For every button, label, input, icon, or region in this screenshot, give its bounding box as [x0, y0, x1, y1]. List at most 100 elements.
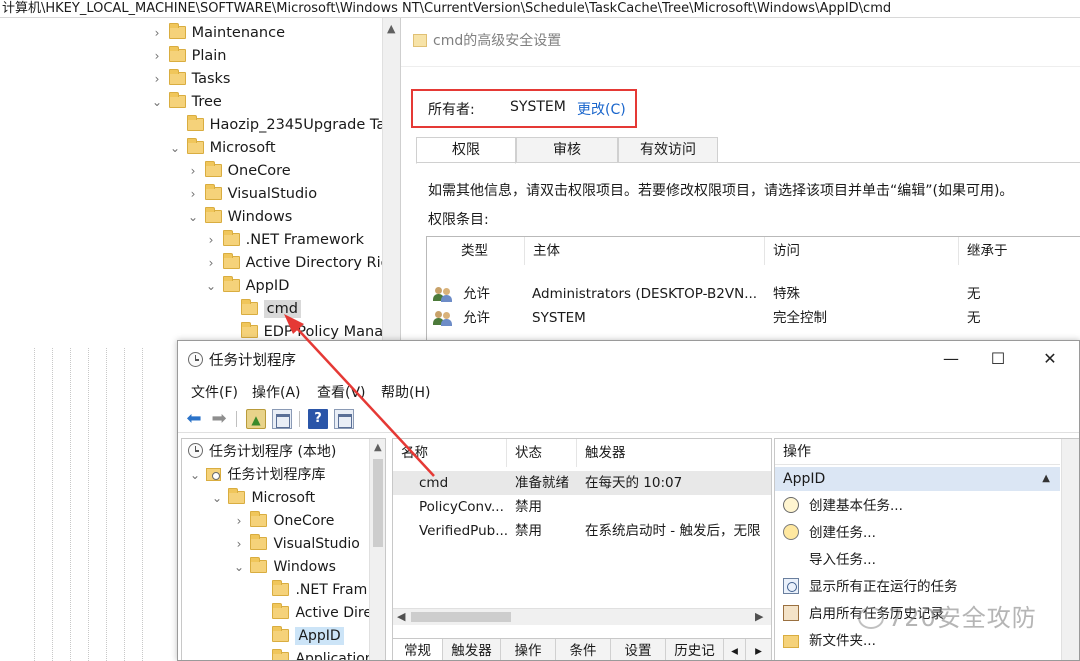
action-import-task[interactable]: 导入任务...: [783, 547, 876, 574]
tree-node-windows[interactable]: ⌄ Windows: [232, 556, 336, 579]
tree-scrollbar[interactable]: ▲: [369, 439, 385, 660]
table-row[interactable]: 允许 SYSTEM 完全控制 无: [427, 306, 1080, 330]
reg-node-maintenance[interactable]: › Maintenance: [150, 22, 285, 45]
up-folder-icon[interactable]: ▲: [246, 409, 266, 429]
expand-icon[interactable]: ›: [186, 160, 200, 183]
expand-icon[interactable]: ›: [204, 229, 218, 252]
menu-help[interactable]: 帮助(H): [381, 382, 430, 402]
maximize-button[interactable]: ☐: [975, 345, 1021, 373]
collapse-icon[interactable]: ⌄: [188, 464, 202, 487]
tab-history[interactable]: 历史记: [666, 639, 724, 660]
scroll-up-icon[interactable]: ▲: [387, 22, 395, 35]
scroll-thumb[interactable]: [411, 612, 511, 622]
expand-icon[interactable]: ›: [150, 45, 164, 68]
reg-node-microsoft[interactable]: ⌄ Microsoft: [168, 137, 276, 160]
collapse-icon[interactable]: ⌄: [204, 275, 218, 298]
node-label: VisualStudio: [273, 536, 360, 552]
cell-access: 完全控制: [773, 310, 827, 326]
registry-address-bar[interactable]: 计算机\HKEY_LOCAL_MACHINE\SOFTWARE\Microsof…: [0, 0, 1080, 18]
scroll-right-icon[interactable]: ▶: [755, 610, 763, 623]
table-row[interactable]: 允许 Administrators (DESKTOP-B2VN... 特殊 无: [427, 282, 1080, 306]
reg-node-appid[interactable]: ⌄ AppID: [204, 275, 289, 298]
registry-scrollbar[interactable]: ▲: [382, 18, 400, 348]
collapse-icon[interactable]: ▲: [1042, 467, 1050, 491]
tree-node-application[interactable]: Application: [254, 648, 374, 660]
menu-action[interactable]: 操作(A): [252, 382, 301, 402]
menu-view[interactable]: 查看(V): [317, 382, 366, 402]
scroll-thumb[interactable]: [373, 459, 383, 547]
tab-actions[interactable]: 操作: [501, 639, 556, 660]
tree-node-local[interactable]: 任务计划程序 (本地): [188, 441, 336, 464]
col-trigger[interactable]: 触发器: [577, 439, 771, 467]
reg-node-haozip[interactable]: Haozip_2345Upgrade Tas: [168, 114, 382, 137]
tab-effective-access[interactable]: 有效访问: [618, 137, 718, 163]
back-icon[interactable]: ⬅: [184, 409, 204, 429]
scroll-up-icon[interactable]: ▲: [374, 442, 382, 453]
task-row-verifiedpub[interactable]: VerifiedPub... 禁用 在系统启动时 - 触发后，无限: [393, 519, 771, 543]
task-row-policyconv[interactable]: PolicyConv... 禁用: [393, 495, 771, 519]
reg-node-onecore[interactable]: › OneCore: [186, 160, 291, 183]
show-hide-tree-icon[interactable]: [272, 409, 292, 429]
expand-icon[interactable]: ›: [204, 252, 218, 275]
cell-status: 禁用: [515, 499, 542, 515]
expand-icon[interactable]: ›: [150, 68, 164, 91]
tree-node-onecore[interactable]: › OneCore: [232, 510, 334, 533]
action-create-task[interactable]: 创建任务...: [783, 520, 876, 547]
tree-node-dotnet[interactable]: .NET Fram: [254, 579, 367, 602]
node-label: .NET Framework: [245, 232, 364, 248]
reg-node-windows[interactable]: ⌄ Windows: [186, 206, 292, 229]
forward-icon[interactable]: ➡: [209, 409, 229, 429]
reg-node-plain[interactable]: › Plain: [150, 45, 227, 68]
tree-node-library[interactable]: ⌄ 任务计划程序库: [188, 464, 325, 487]
menu-file[interactable]: 文件(F): [191, 382, 238, 402]
col-access[interactable]: 访问: [765, 237, 959, 265]
minimize-button[interactable]: —: [928, 345, 974, 373]
reg-node-visualstudio[interactable]: › VisualStudio: [186, 183, 317, 206]
collapse-icon[interactable]: ⌄: [232, 556, 246, 579]
tab-settings[interactable]: 设置: [611, 639, 666, 660]
col-status[interactable]: 状态: [507, 439, 577, 467]
cell-principal: SYSTEM: [532, 310, 586, 326]
reg-node-cmd[interactable]: cmd: [222, 298, 301, 321]
actions-group-appid[interactable]: AppID ▲: [775, 467, 1060, 491]
col-type[interactable]: 类型: [453, 237, 525, 265]
horizontal-scrollbar[interactable]: ◀ ▶: [393, 608, 771, 625]
help-icon[interactable]: ?: [308, 409, 328, 429]
reg-node-tree[interactable]: ⌄ Tree: [150, 91, 222, 114]
tab-general[interactable]: 常规: [393, 639, 443, 660]
reg-node-active-directory[interactable]: › Active Directory Righ: [204, 252, 382, 275]
tree-node-active-directory[interactable]: Active Dire: [254, 602, 372, 625]
tree-node-visualstudio[interactable]: › VisualStudio: [232, 533, 360, 556]
show-hide-action-pane-icon[interactable]: [334, 409, 354, 429]
change-owner-link[interactable]: 更改(C): [577, 99, 626, 119]
action-show-running[interactable]: 显示所有正在运行的任务: [783, 574, 958, 601]
collapse-icon[interactable]: ⌄: [210, 487, 224, 510]
col-principal[interactable]: 主体: [525, 237, 765, 265]
col-inherited[interactable]: 继承于: [959, 237, 1080, 265]
tree-node-appid[interactable]: AppID: [254, 625, 344, 648]
expand-icon[interactable]: ›: [186, 183, 200, 206]
close-button[interactable]: ✕: [1027, 345, 1073, 373]
expand-icon[interactable]: ›: [150, 22, 164, 45]
reg-node-dotnet[interactable]: › .NET Framework: [204, 229, 364, 252]
tab-scroll-right-icon[interactable]: ▸: [746, 639, 771, 660]
action-create-basic-task[interactable]: 创建基本任务...: [783, 493, 903, 520]
col-name[interactable]: 名称: [393, 439, 507, 467]
tab-permissions[interactable]: 权限: [416, 137, 516, 164]
collapse-icon[interactable]: ⌄: [186, 206, 200, 229]
tab-triggers[interactable]: 触发器: [443, 639, 501, 660]
actions-scrollbar[interactable]: [1061, 439, 1079, 660]
tab-auditing[interactable]: 审核: [516, 137, 618, 163]
reg-node-tasks[interactable]: › Tasks: [150, 68, 230, 91]
cell-principal: Administrators (DESKTOP-B2VN...: [532, 286, 758, 302]
task-row-cmd[interactable]: cmd 准备就绪 在每天的 10:07: [393, 471, 771, 495]
node-label: 任务计划程序库: [227, 467, 326, 483]
scroll-left-icon[interactable]: ◀: [397, 610, 405, 623]
expand-icon[interactable]: ›: [232, 533, 246, 556]
expand-icon[interactable]: ›: [232, 510, 246, 533]
tree-node-microsoft[interactable]: ⌄ Microsoft: [210, 487, 315, 510]
collapse-icon[interactable]: ⌄: [150, 91, 164, 114]
collapse-icon[interactable]: ⌄: [168, 137, 182, 160]
tab-scroll-left-icon[interactable]: ◂: [724, 639, 746, 660]
tab-conditions[interactable]: 条件: [556, 639, 611, 660]
